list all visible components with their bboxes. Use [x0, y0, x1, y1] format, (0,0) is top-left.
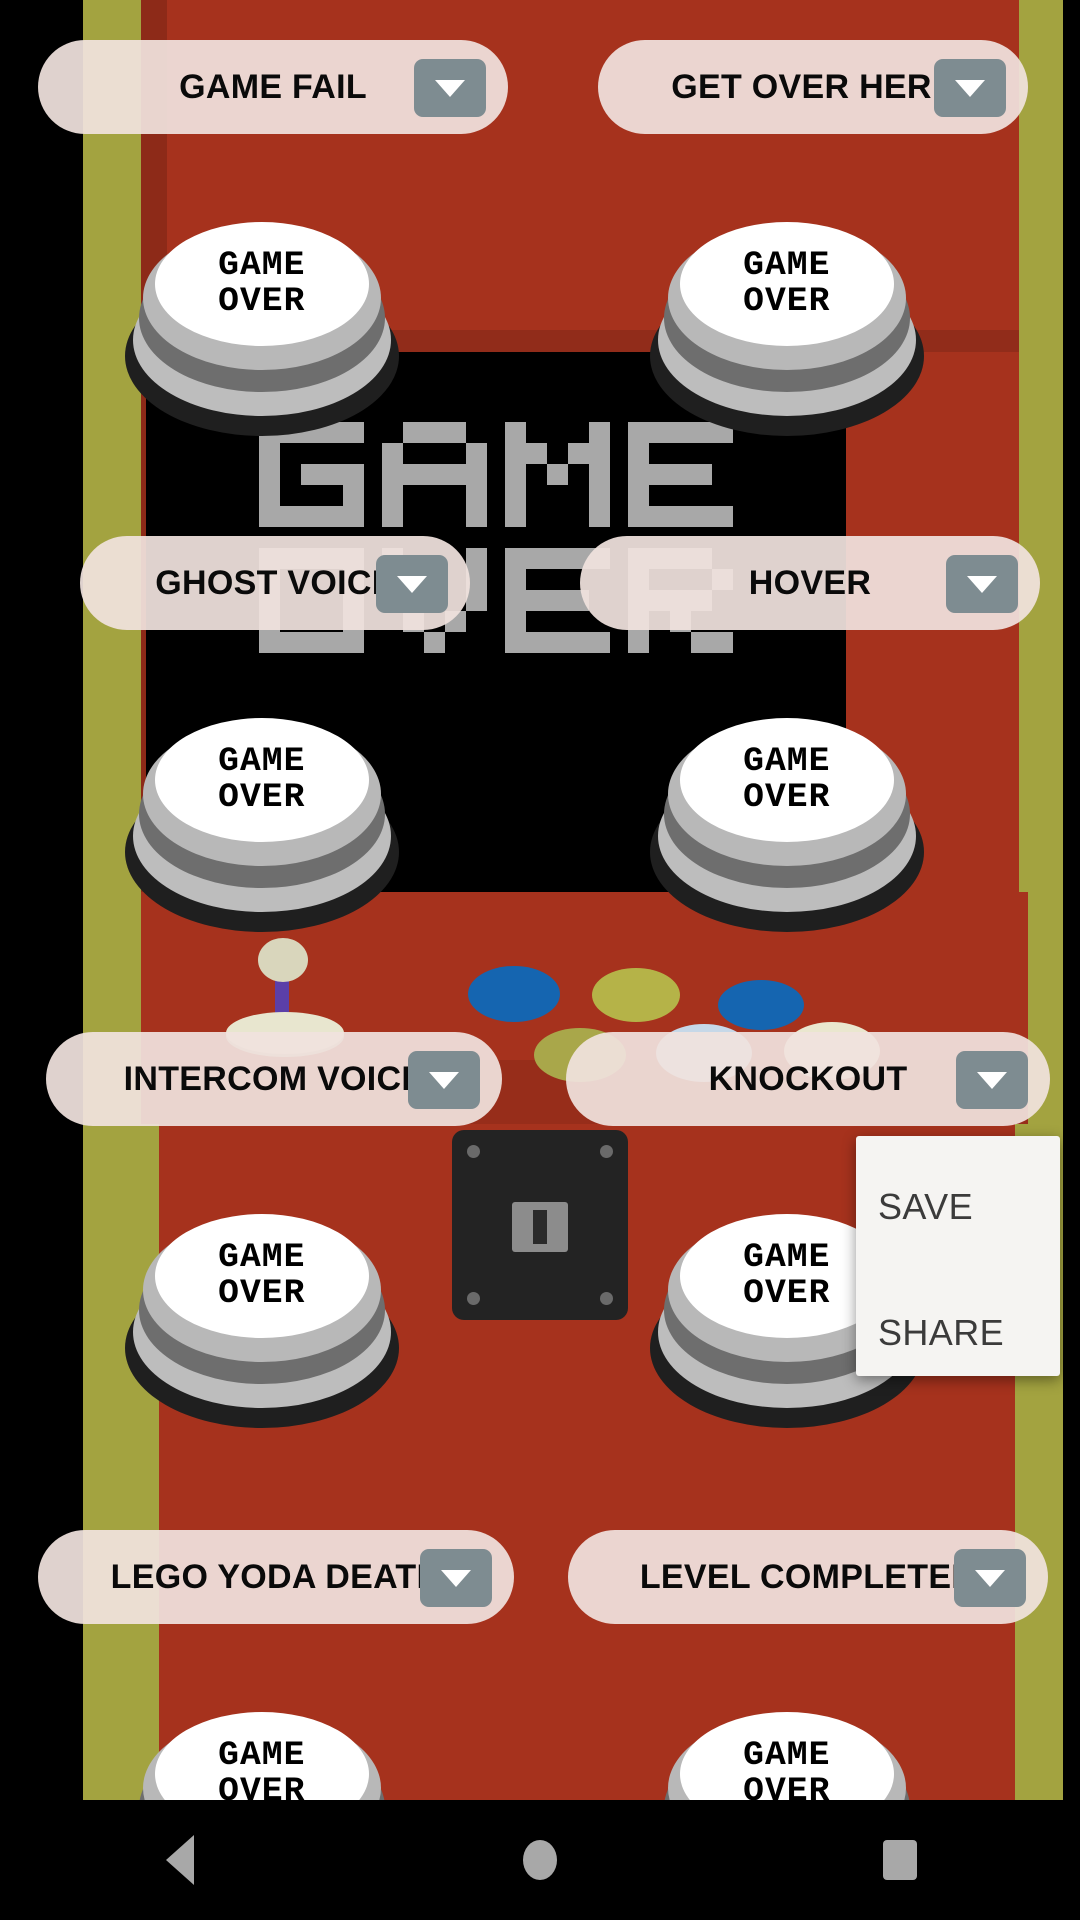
screen-pixel-char	[259, 422, 364, 527]
pad-label-line1: GAME	[743, 743, 831, 781]
sound-label: KNOCKOUT	[708, 1059, 908, 1098]
pad-label-line1: GAME	[743, 1239, 831, 1277]
android-navigation-bar	[0, 1800, 1080, 1920]
pad-label-line2: OVER	[743, 1773, 831, 1800]
chevron-down-icon[interactable]	[414, 59, 486, 117]
screw-icon	[600, 1292, 613, 1305]
app-viewport: GAME OVER GAME OVER GAME OVER GAME OVER GAME…	[0, 0, 1080, 1800]
blue-arcade-button	[468, 966, 560, 1031]
sound-row-1-left[interactable]: GHOST VOICE	[80, 536, 470, 630]
chevron-down-icon[interactable]	[420, 1549, 492, 1607]
pad-label-line1: GAME	[743, 247, 831, 285]
pad-label-line1: GAME	[218, 743, 306, 781]
blue-arcade-button-2	[718, 980, 804, 1039]
sound-pad-button[interactable]: GAME OVER	[125, 706, 399, 932]
chevron-down-icon[interactable]	[956, 1051, 1028, 1109]
nav-recents-button[interactable]	[720, 1840, 1080, 1880]
yellow-arcade-button	[592, 968, 680, 1031]
pad-label-line2: OVER	[743, 1275, 831, 1313]
screw-icon	[467, 1292, 480, 1305]
pad-label-line1: GAME	[218, 1239, 306, 1277]
context-menu[interactable]: SAVE SHARE	[856, 1136, 1060, 1376]
menu-item-share[interactable]: SHARE	[878, 1312, 1004, 1354]
nav-back-button[interactable]	[0, 1835, 360, 1885]
chevron-down-icon[interactable]	[934, 59, 1006, 117]
home-circle-icon	[523, 1840, 557, 1880]
screw-icon	[467, 1145, 480, 1158]
chevron-down-icon[interactable]	[946, 555, 1018, 613]
pad-label-line1: GAME	[218, 1737, 306, 1775]
joystick-ball	[258, 938, 308, 982]
sound-pad-button[interactable]: GAME OVER	[125, 1202, 399, 1428]
chevron-down-icon[interactable]	[376, 555, 448, 613]
sound-row-0-left[interactable]: GAME FAIL	[38, 40, 508, 134]
back-triangle-icon	[166, 1835, 194, 1885]
pad-label-line2: OVER	[218, 779, 306, 817]
menu-item-save[interactable]: SAVE	[878, 1186, 973, 1228]
chevron-down-icon[interactable]	[954, 1549, 1026, 1607]
sound-pad-button[interactable]: GAME OVER	[125, 1700, 399, 1800]
sound-label: LEGO YODA DEATH	[110, 1557, 442, 1596]
sound-label: HOVER	[748, 563, 872, 602]
sound-label: GET OVER HERE	[671, 67, 955, 106]
sound-pad-button[interactable]: GAME OVER	[650, 706, 924, 932]
sound-row-3-left[interactable]: LEGO YODA DEATH	[38, 1530, 514, 1624]
pad-label-line2: OVER	[743, 779, 831, 817]
screen-pixel-char	[505, 422, 610, 527]
nav-home-button[interactable]	[360, 1840, 720, 1880]
pad-label-line1: GAME	[218, 247, 306, 285]
pad-label-line1: GAME	[743, 1737, 831, 1775]
recents-square-icon	[883, 1840, 917, 1880]
chevron-down-icon[interactable]	[408, 1051, 480, 1109]
coin-slot-panel	[452, 1130, 628, 1320]
sound-pad-button[interactable]: GAME OVER	[650, 1700, 924, 1800]
sound-label: INTERCOM VOICE	[123, 1059, 425, 1098]
sound-row-3-right[interactable]: LEVEL COMPLETED	[568, 1530, 1048, 1624]
pad-label-line2: OVER	[218, 1773, 306, 1800]
screw-icon	[600, 1145, 613, 1158]
screen-pixel-char	[382, 422, 487, 527]
pad-label-line2: OVER	[218, 283, 306, 321]
sound-row-0-right[interactable]: GET OVER HERE	[598, 40, 1028, 134]
sound-row-1-right[interactable]: HOVER	[580, 536, 1040, 630]
sound-label: GAME FAIL	[179, 67, 367, 106]
sound-row-2-left[interactable]: INTERCOM VOICE	[46, 1032, 502, 1126]
pad-label-line2: OVER	[743, 283, 831, 321]
coin-slot-icon	[512, 1202, 568, 1252]
sound-pad-button[interactable]: GAME OVER	[650, 210, 924, 436]
phone-screen: GAME OVER GAME OVER GAME OVER GAME OVER GAME…	[0, 0, 1080, 1920]
pad-label-line2: OVER	[218, 1275, 306, 1313]
sound-label: LEVEL COMPLETED	[639, 1557, 977, 1596]
screen-pixel-char	[628, 422, 733, 527]
screen-text-line1	[146, 422, 846, 530]
sound-row-2-right[interactable]: KNOCKOUT	[566, 1032, 1050, 1126]
sound-label: GHOST VOICE	[155, 563, 395, 602]
sound-pad-button[interactable]: GAME OVER	[125, 210, 399, 436]
